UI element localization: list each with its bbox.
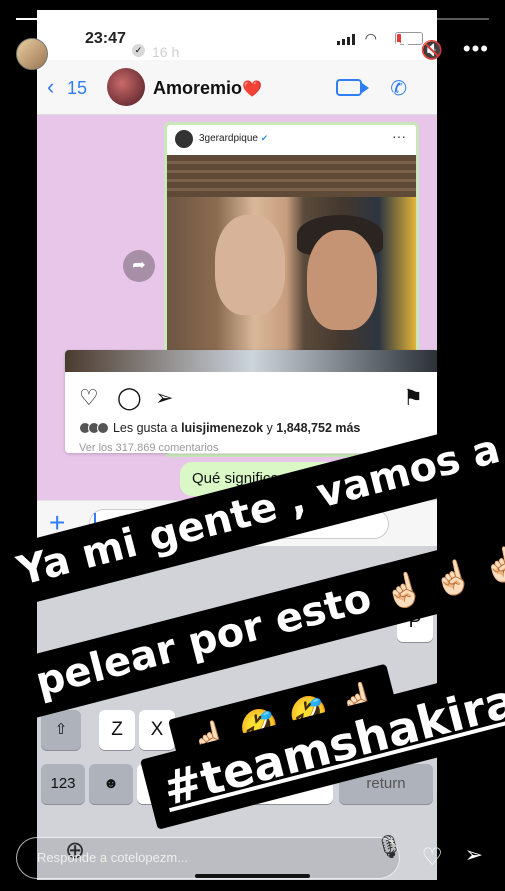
post-avatar: [175, 130, 193, 148]
heart-emoji: ❤️: [242, 81, 262, 98]
key-p[interactable]: P: [397, 602, 433, 642]
post-photo: [167, 155, 416, 353]
story-header: cotelopezm ✓ 16 h 🔇 •••: [0, 30, 505, 80]
message-time: 23:38: [364, 476, 392, 488]
key-x[interactable]: X: [139, 710, 175, 750]
story-avatar[interactable]: [16, 38, 48, 70]
key-123[interactable]: 123: [41, 764, 85, 804]
verified-icon: ✔: [260, 133, 269, 143]
more-icon[interactable]: ···: [392, 128, 406, 144]
key-z[interactable]: Z: [99, 710, 135, 750]
comment-icon[interactable]: ◯: [117, 385, 142, 411]
key-delete[interactable]: ⌫: [395, 710, 433, 750]
heart-icon[interactable]: ♡: [421, 843, 443, 872]
story-reply-bar: Responde a cotelopezm... ♡ ➢: [0, 827, 505, 891]
verified-badge-icon: ✓: [132, 44, 145, 57]
reply-input[interactable]: Responde a cotelopezm...: [16, 837, 400, 879]
pause-icon[interactable]: [395, 42, 409, 60]
like-heart-icon[interactable]: ♡: [79, 385, 99, 411]
message-input[interactable]: [89, 509, 389, 539]
message-text: Qué significa esto !?: [192, 470, 328, 487]
screenshot-phone: 23:47 ◠ ‹ 15 Amoremio❤️ ✆ ➦ 3gerardpique…: [37, 10, 437, 880]
bookmark-icon[interactable]: ⚑: [403, 385, 423, 411]
post-actions-panel: ♡ ◯ ➢ ⚑ Les gusta a luisjimenezok y 1,84…: [65, 350, 437, 453]
message-input-bar: +: [37, 500, 437, 546]
mute-icon[interactable]: 🔇: [421, 40, 443, 61]
key-space[interactable]: [137, 764, 333, 804]
view-comments-link[interactable]: Ver los 317.869 comentarios: [79, 442, 218, 451]
post-username: 3gerardpique ✔: [199, 133, 269, 144]
outgoing-message: Qué significa esto !? 23:38 ✓✓: [180, 462, 420, 496]
chat-name[interactable]: Amoremio❤️: [153, 78, 262, 99]
attach-plus-icon[interactable]: +: [49, 507, 65, 539]
share-icon[interactable]: ➢: [155, 385, 173, 411]
home-indicator: [195, 874, 310, 878]
forward-icon[interactable]: ➦: [123, 250, 155, 282]
photo-strip: [65, 350, 437, 372]
key-shift[interactable]: ⇧: [41, 710, 81, 750]
likes-text: Les gusta a luisjimenezok y 1,848,752 má…: [79, 421, 360, 435]
key-emoji[interactable]: ☻: [89, 764, 133, 804]
read-ticks-icon: ✓✓: [393, 475, 412, 487]
key-return[interactable]: return: [339, 764, 433, 804]
video-call-icon[interactable]: [336, 79, 369, 96]
back-count[interactable]: 15: [67, 78, 87, 99]
story-time: 16 h: [152, 44, 180, 60]
more-options-icon[interactable]: •••: [463, 36, 489, 62]
post-header: 3gerardpique ✔ ···: [167, 125, 416, 153]
send-icon[interactable]: ➢: [465, 842, 483, 868]
story-username[interactable]: cotelopezm: [56, 44, 133, 60]
text-caret: [94, 513, 96, 535]
